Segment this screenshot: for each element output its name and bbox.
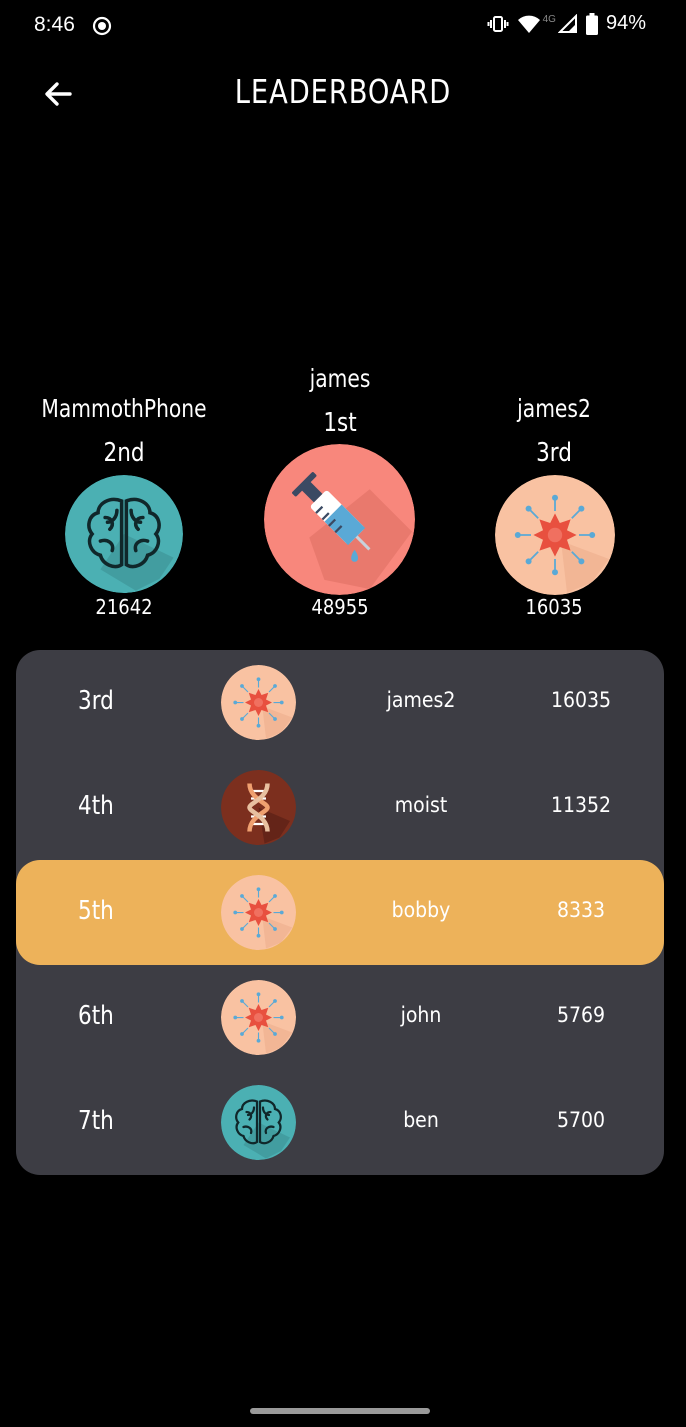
podium-first-score: 48955 xyxy=(311,595,369,619)
home-indicator[interactable] xyxy=(250,1408,430,1414)
row-score: 8333 xyxy=(556,898,606,922)
dna-icon xyxy=(221,770,296,845)
cell-signal-icon xyxy=(557,13,578,34)
brain-icon xyxy=(221,1085,296,1160)
podium-third-name: james2 xyxy=(517,394,591,423)
leaderboard-row[interactable]: 4th moist 11352 xyxy=(16,755,664,860)
vibrate-icon xyxy=(487,14,509,34)
syringe-icon xyxy=(264,444,415,595)
row-avatar xyxy=(221,1085,296,1160)
row-rank: 6th xyxy=(78,1001,114,1031)
row-avatar xyxy=(221,980,296,1055)
battery-percent: 94% xyxy=(605,12,646,34)
virus-icon xyxy=(495,475,615,595)
row-name: moist xyxy=(394,793,448,817)
row-score: 5700 xyxy=(556,1108,606,1132)
row-name: ben xyxy=(403,1108,439,1132)
row-score: 5769 xyxy=(556,1003,606,1027)
podium-second-rank: 2nd xyxy=(103,438,145,468)
leaderboard-row[interactable]: 3rd james2 16035 xyxy=(16,650,664,755)
podium-first-name: james xyxy=(309,364,371,393)
page-title: LEADERBOARD xyxy=(234,72,452,111)
row-avatar xyxy=(221,875,296,950)
podium-third-avatar[interactable] xyxy=(495,475,615,595)
virus-icon xyxy=(221,875,296,950)
status-time: 8:46 xyxy=(34,13,75,36)
wifi-icon xyxy=(517,14,541,34)
row-rank: 3rd xyxy=(78,686,114,716)
network-type-label: 4G xyxy=(542,14,556,25)
screen-record-icon xyxy=(92,16,112,40)
leaderboard-row-current-user[interactable]: 5th bobby 8333 xyxy=(16,860,664,965)
virus-icon xyxy=(221,665,296,740)
virus-icon xyxy=(221,980,296,1055)
row-rank: 4th xyxy=(78,791,114,821)
podium-third-score: 16035 xyxy=(525,595,583,619)
battery-icon xyxy=(585,12,598,35)
podium-first-avatar[interactable] xyxy=(264,444,415,595)
podium-second-avatar[interactable] xyxy=(65,475,183,593)
leaderboard-row[interactable]: 6th john 5769 xyxy=(16,965,664,1070)
podium-first-rank: 1st xyxy=(323,408,357,438)
row-score: 11352 xyxy=(550,793,612,817)
podium-second-name: MammothPhone xyxy=(41,394,207,423)
row-name: john xyxy=(400,1003,442,1027)
status-bar: 8:46 4G 94% xyxy=(0,0,686,52)
row-name: james2 xyxy=(386,688,456,712)
row-rank: 5th xyxy=(78,896,114,926)
podium-third-rank: 3rd xyxy=(536,438,572,468)
row-rank: 7th xyxy=(78,1106,114,1136)
row-avatar xyxy=(221,770,296,845)
podium-second-score: 21642 xyxy=(95,595,153,619)
row-avatar xyxy=(221,665,296,740)
leaderboard-row[interactable]: 7th ben 5700 xyxy=(16,1070,664,1175)
brain-icon xyxy=(65,475,183,593)
row-name: bobby xyxy=(391,898,451,922)
row-score: 16035 xyxy=(550,688,612,712)
